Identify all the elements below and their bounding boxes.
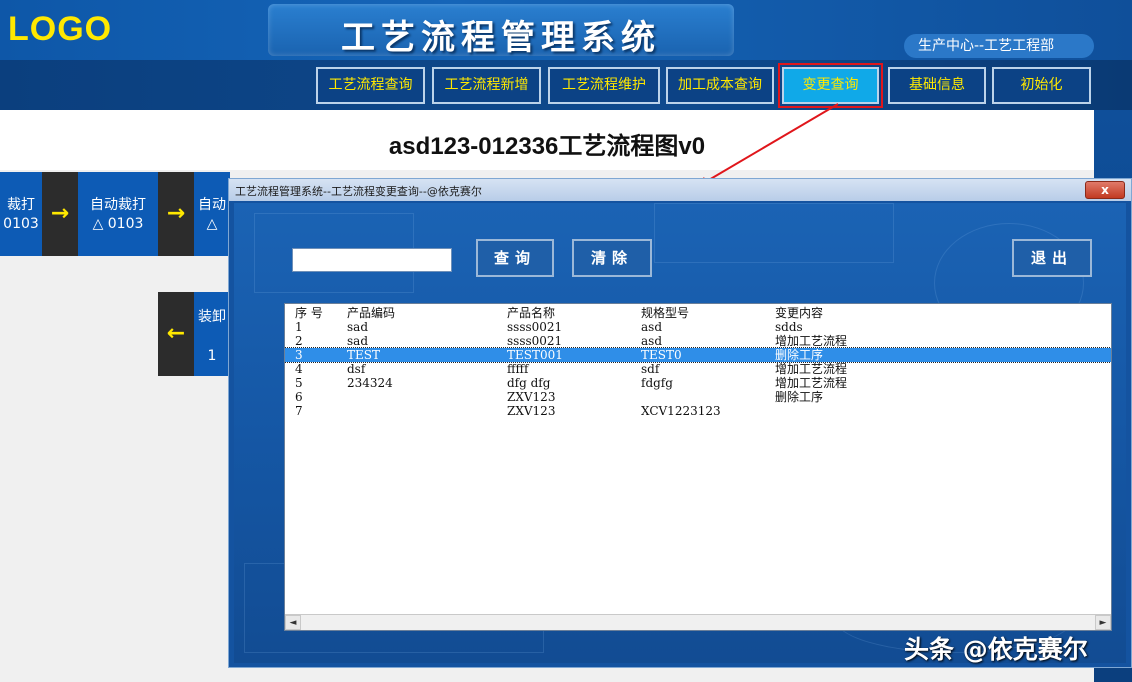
scroll-left-icon[interactable]: ◄ xyxy=(285,615,301,630)
scroll-right-icon[interactable]: ► xyxy=(1095,615,1111,630)
annotation-arrow xyxy=(701,103,839,185)
list-item[interactable]: 7 ZXV123 XCV1223123 xyxy=(285,404,1111,418)
cell-seq: 1 xyxy=(295,320,303,334)
query-button[interactable]: 查询 xyxy=(476,239,554,277)
horizontal-scrollbar[interactable]: ◄ ► xyxy=(285,614,1111,630)
cell-change: 增加工艺流程 xyxy=(775,362,848,376)
column-header: 产品编码 xyxy=(347,306,396,320)
cell-change: sdds xyxy=(775,320,803,334)
cell-name: ZXV123 xyxy=(507,390,556,404)
dialog-body: 查询 清除 退出 序 号 产品编码 产品名称 规格型号 变更内容 1 sad s… xyxy=(234,203,1126,663)
cell-change: 删除工序 xyxy=(775,348,824,362)
list-item[interactable]: 4 dsf fffff sdf 增加工艺流程 xyxy=(285,362,1111,376)
column-header: 变更内容 xyxy=(775,306,824,320)
cell-seq: 2 xyxy=(295,334,303,348)
cell-change: 增加工艺流程 xyxy=(775,334,848,348)
close-icon[interactable]: x xyxy=(1085,181,1125,199)
list-item[interactable]: 1 sad ssss0021 asd sdds xyxy=(285,320,1111,334)
cell-spec: fdgfg xyxy=(641,376,673,390)
cell-spec: asd xyxy=(641,334,662,348)
cell-code: dsf xyxy=(347,362,366,376)
cell-code: TEST xyxy=(347,348,380,362)
column-header: 产品名称 xyxy=(507,306,556,320)
exit-button[interactable]: 退出 xyxy=(1012,239,1092,277)
cell-seq: 3 xyxy=(295,348,303,362)
cell-change: 删除工序 xyxy=(775,390,824,404)
cell-seq: 4 xyxy=(295,362,303,376)
result-listbox[interactable]: 序 号 产品编码 产品名称 规格型号 变更内容 1 sad ssss0021 a… xyxy=(284,303,1112,631)
dialog-title: 工艺流程管理系统--工艺流程变更查询--@依克赛尔 xyxy=(235,185,482,198)
change-query-dialog: 工艺流程管理系统--工艺流程变更查询--@依克赛尔 x 查询 清除 退出 序 号… xyxy=(228,178,1132,668)
cell-code: sad xyxy=(347,320,368,334)
cell-spec: sdf xyxy=(641,362,660,376)
cell-spec: XCV1223123 xyxy=(641,404,721,418)
cell-spec: asd xyxy=(641,320,662,334)
clear-button[interactable]: 清除 xyxy=(572,239,652,277)
cell-name: fffff xyxy=(507,362,529,376)
cell-name: dfg dfg xyxy=(507,376,551,390)
watermark: 头条 @依克赛尔 xyxy=(904,635,1088,664)
cell-name: ssss0021 xyxy=(507,334,563,348)
list-item[interactable]: 5 234324 dfg dfg fdgfg 增加工艺流程 xyxy=(285,376,1111,390)
list-item[interactable]: 2 sad ssss0021 asd 增加工艺流程 xyxy=(285,334,1111,348)
list-header: 序 号 产品编码 产品名称 规格型号 变更内容 xyxy=(285,306,1111,320)
search-input[interactable] xyxy=(292,248,452,272)
cell-name: ssss0021 xyxy=(507,320,563,334)
list-item[interactable]: 6 ZXV123 删除工序 xyxy=(285,390,1111,404)
cell-change: 增加工艺流程 xyxy=(775,376,848,390)
cell-seq: 6 xyxy=(295,390,303,404)
cell-code: 234324 xyxy=(347,376,393,390)
column-header: 规格型号 xyxy=(641,306,690,320)
cell-spec: TEST0 xyxy=(641,348,682,362)
cell-name: ZXV123 xyxy=(507,404,556,418)
list-item-selected[interactable]: 3 TEST TEST001 TEST0 删除工序 xyxy=(285,347,1111,363)
column-header: 序 号 xyxy=(295,306,323,320)
cell-code: sad xyxy=(347,334,368,348)
cell-name: TEST001 xyxy=(507,348,563,362)
cell-seq: 5 xyxy=(295,376,303,390)
dialog-titlebar[interactable]: 工艺流程管理系统--工艺流程变更查询--@依克赛尔 x xyxy=(229,179,1131,201)
cell-seq: 7 xyxy=(295,404,303,418)
decor-panel xyxy=(654,203,894,263)
